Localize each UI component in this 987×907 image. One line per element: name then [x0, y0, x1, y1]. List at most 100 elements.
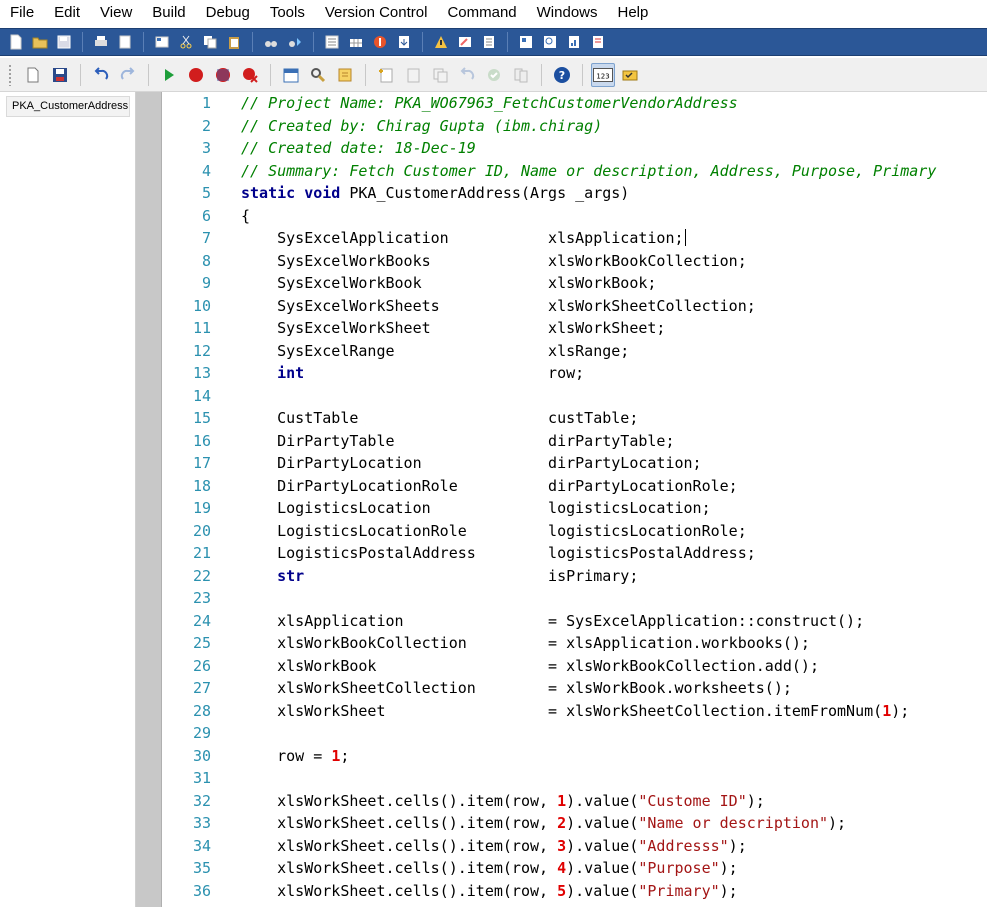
- code-line[interactable]: 4 // Summary: Fetch Customer ID, Name or …: [163, 160, 987, 183]
- warning-icon[interactable]: [431, 32, 451, 52]
- save-icon[interactable]: [48, 63, 72, 87]
- list-icon[interactable]: [479, 32, 499, 52]
- lookup-icon[interactable]: [306, 63, 330, 87]
- redo-icon[interactable]: [116, 63, 140, 87]
- help-icon[interactable]: ?: [550, 63, 574, 87]
- calendar-icon[interactable]: [279, 63, 303, 87]
- open-folder-icon[interactable]: [30, 32, 50, 52]
- code-line[interactable]: 23: [163, 587, 987, 610]
- code-line[interactable]: 36 xlsWorkSheet.cells().item(row, 5).val…: [163, 880, 987, 903]
- undo-method-icon[interactable]: [455, 63, 479, 87]
- menu-file[interactable]: File: [0, 2, 44, 24]
- stop-icon[interactable]: [211, 63, 235, 87]
- code-line[interactable]: 34 xlsWorkSheet.cells().item(row, 3).val…: [163, 835, 987, 858]
- undo-icon[interactable]: [89, 63, 113, 87]
- code-line[interactable]: 35 xlsWorkSheet.cells().item(row, 4).val…: [163, 857, 987, 880]
- breakpoint-icon[interactable]: [184, 63, 208, 87]
- code-line[interactable]: 22 str isPrimary;: [163, 565, 987, 588]
- remove-breakpoints-icon[interactable]: [238, 63, 262, 87]
- code-line[interactable]: 29: [163, 722, 987, 745]
- print-icon[interactable]: [91, 32, 111, 52]
- line-text: {: [241, 205, 250, 228]
- new-method-icon[interactable]: [374, 63, 398, 87]
- find-next-icon[interactable]: [285, 32, 305, 52]
- script-icon[interactable]: [333, 63, 357, 87]
- code-line[interactable]: 24 xlsApplication = SysExcelApplication:…: [163, 610, 987, 633]
- code-line[interactable]: 27 xlsWorkSheetCollection = xlsWorkBook.…: [163, 677, 987, 700]
- menu-edit[interactable]: Edit: [44, 2, 90, 24]
- code-line[interactable]: 11 SysExcelWorkSheet xlsWorkSheet;: [163, 317, 987, 340]
- code-line[interactable]: 8 SysExcelWorkBooks xlsWorkBookCollectio…: [163, 250, 987, 273]
- code-line[interactable]: 31: [163, 767, 987, 790]
- menu-tools[interactable]: Tools: [260, 2, 315, 24]
- edit-icon[interactable]: [455, 32, 475, 52]
- query-icon[interactable]: [540, 32, 560, 52]
- cut-icon[interactable]: [176, 32, 196, 52]
- properties-icon[interactable]: [152, 32, 172, 52]
- code-line[interactable]: 15 CustTable custTable;: [163, 407, 987, 430]
- print-preview-icon[interactable]: [115, 32, 135, 52]
- menu-windows[interactable]: Windows: [527, 2, 608, 24]
- code-token: SysExcelWorkSheets xlsWorkSheetCollectio…: [241, 296, 756, 315]
- editor-gutter[interactable]: [136, 92, 162, 907]
- code-line[interactable]: 28 xlsWorkSheet = xlsWorkSheetCollection…: [163, 700, 987, 723]
- save-icon[interactable]: [54, 32, 74, 52]
- import-icon[interactable]: [394, 32, 414, 52]
- tree-item-selected[interactable]: PKA_CustomerAddress: [6, 96, 130, 117]
- code-line[interactable]: 33 xlsWorkSheet.cells().item(row, 2).val…: [163, 812, 987, 835]
- code-line[interactable]: 18 DirPartyLocationRole dirPartyLocation…: [163, 475, 987, 498]
- run-icon[interactable]: [157, 63, 181, 87]
- breakpoint-icon[interactable]: [370, 32, 390, 52]
- code-line[interactable]: 3 // Created date: 18-Dec-19: [163, 137, 987, 160]
- code-line[interactable]: 16 DirPartyTable dirPartyTable;: [163, 430, 987, 453]
- report-icon[interactable]: [564, 32, 584, 52]
- line-numbers-icon[interactable]: 123: [591, 62, 615, 87]
- code-check-icon[interactable]: [618, 63, 642, 87]
- application-object-icon[interactable]: [516, 32, 536, 52]
- code-line[interactable]: 20 LogisticsLocationRole logisticsLocati…: [163, 520, 987, 543]
- code-line[interactable]: 13 int row;: [163, 362, 987, 385]
- code-line[interactable]: 12 SysExcelRange xlsRange;: [163, 340, 987, 363]
- menu-build[interactable]: Build: [142, 2, 195, 24]
- code-line[interactable]: 30 row = 1;: [163, 745, 987, 768]
- code-line[interactable]: 9 SysExcelWorkBook xlsWorkBook;: [163, 272, 987, 295]
- line-text: SysExcelApplication xlsApplication;: [241, 227, 686, 250]
- new-file-icon[interactable]: [21, 63, 45, 87]
- ok-icon[interactable]: [482, 63, 506, 87]
- compile-icon[interactable]: [322, 32, 342, 52]
- menu-help[interactable]: Help: [608, 2, 659, 24]
- code-token: ).value(: [566, 881, 639, 900]
- code-line[interactable]: 21 LogisticsPostalAddress logisticsPosta…: [163, 542, 987, 565]
- code-line[interactable]: 17 DirPartyLocation dirPartyLocation;: [163, 452, 987, 475]
- toolbar-grip[interactable]: [8, 63, 12, 86]
- code-line[interactable]: 6{: [163, 205, 987, 228]
- code-token: xlsWorkSheet.cells().item(row,: [241, 859, 558, 877]
- code-line[interactable]: 14: [163, 385, 987, 408]
- menu-view[interactable]: View: [90, 2, 142, 24]
- line-number: 10: [192, 296, 211, 315]
- code-line[interactable]: 10 SysExcelWorkSheets xlsWorkSheetCollec…: [163, 295, 987, 318]
- code-line[interactable]: 5 static void PKA_CustomerAddress(Args _a…: [163, 182, 987, 205]
- menu-icon[interactable]: [588, 32, 608, 52]
- copy-icon[interactable]: [200, 32, 220, 52]
- compare-icon[interactable]: [509, 63, 533, 87]
- code-editor[interactable]: 1 // Project Name: PKA_WO67963_FetchCusto…: [163, 92, 987, 907]
- code-line[interactable]: 1 // Project Name: PKA_WO67963_FetchCusto…: [163, 92, 987, 115]
- code-line[interactable]: 2 // Created by: Chirag Gupta (ibm.chirag…: [163, 115, 987, 138]
- code-line[interactable]: 7 SysExcelApplication xlsApplication;: [163, 227, 987, 250]
- paste-icon[interactable]: [224, 32, 244, 52]
- code-line[interactable]: 32 xlsWorkSheet.cells().item(row, 1).val…: [163, 790, 987, 813]
- menu-command[interactable]: Command: [437, 2, 526, 24]
- code-token: xlsWorkBook = xlsWorkBookCollection.add(…: [241, 656, 819, 675]
- copy-method-icon[interactable]: [428, 63, 452, 87]
- code-line[interactable]: 19 LogisticsLocation logisticsLocation;: [163, 497, 987, 520]
- menu-version-control[interactable]: Version Control: [315, 2, 438, 24]
- code-line[interactable]: 26 xlsWorkBook = xlsWorkBookCollection.a…: [163, 655, 987, 678]
- find-icon[interactable]: [261, 32, 281, 52]
- table-icon[interactable]: [346, 32, 366, 52]
- cut-method-icon[interactable]: [401, 63, 425, 87]
- code-token: );: [719, 881, 738, 900]
- menu-debug[interactable]: Debug: [196, 2, 260, 24]
- new-file-icon[interactable]: [6, 32, 26, 52]
- code-line[interactable]: 25 xlsWorkBookCollection = xlsApplicatio…: [163, 632, 987, 655]
